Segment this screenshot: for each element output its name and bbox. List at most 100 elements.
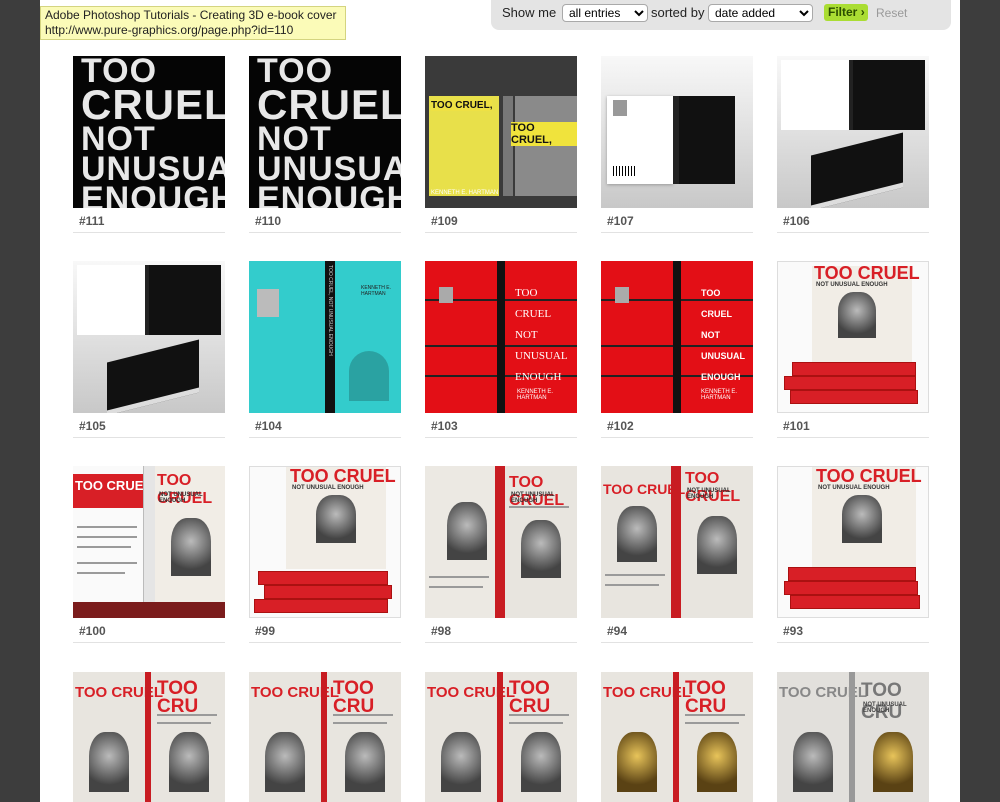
cover-author: KENNETH E. HARTMAN bbox=[701, 389, 738, 401]
cover-title: TOO CRUEL bbox=[816, 466, 922, 486]
thumbnail-image[interactable]: TOO CRUEL NOT UNUSUAL ENOUGH bbox=[249, 466, 401, 618]
entry-number[interactable]: #109 bbox=[431, 214, 458, 228]
gallery-item[interactable]: TOO CRUEL NOT UNUSUAL ENOUGH KENNETH E. … bbox=[601, 261, 753, 438]
gallery-item[interactable]: TOO CRUEL NOT UNUSUAL ENOUGH #110 bbox=[249, 56, 401, 233]
gate-illustration bbox=[842, 495, 882, 543]
entry-number[interactable]: #104 bbox=[255, 419, 282, 433]
body-text bbox=[509, 722, 563, 724]
gate-illustration bbox=[89, 732, 129, 792]
body-text bbox=[157, 722, 211, 724]
body-text bbox=[685, 722, 739, 724]
thumbnail-image[interactable]: TOO CRUEL NOT UNUSUAL ENOUGH KENNETH E. … bbox=[425, 261, 577, 413]
gallery-item[interactable]: TOO CRUEL TOO CRU bbox=[601, 672, 753, 802]
gallery-item[interactable]: TOO CRUEL NOT UNUSUAL ENOUGH #111 bbox=[73, 56, 225, 233]
book-spine bbox=[673, 261, 681, 413]
book-spine bbox=[671, 466, 681, 618]
body-text bbox=[77, 572, 125, 574]
body-text bbox=[429, 576, 489, 578]
entry-number[interactable]: #94 bbox=[607, 624, 627, 638]
divider bbox=[73, 437, 225, 438]
gate-illustration bbox=[793, 732, 833, 792]
thumbnail-image[interactable]: TOO CRUEL, TOO CRUEL, KENNETH E. HARTMAN bbox=[425, 56, 577, 208]
gallery-item[interactable]: TOO CRUEL, NOT UNUSUAL ENOUGH KENNETH E.… bbox=[249, 261, 401, 438]
entry-number[interactable]: #103 bbox=[431, 419, 458, 433]
entry-number[interactable]: #99 bbox=[255, 624, 275, 638]
gallery-item[interactable]: TOO CRUEL TOO CRUEL NOT UNUSUAL ENOUGH #… bbox=[73, 466, 225, 643]
gallery-item[interactable]: TOO CRUEL NOT UNUSUAL ENOUGH #99 bbox=[249, 466, 401, 643]
thumbnail-image[interactable]: TOO CRUEL TOO CRU bbox=[249, 672, 401, 802]
filter-bar: Show me all entries sorted by date added… bbox=[491, 0, 951, 30]
cover-subtitle: NOT UNUSUAL ENOUGH bbox=[159, 492, 203, 504]
cover-subtitle: NOT UNUSUAL ENOUGH bbox=[511, 492, 555, 504]
gallery-item[interactable]: TOO CRUEL TOO CRU bbox=[425, 672, 577, 802]
front-cover bbox=[853, 60, 925, 130]
thumbnail-image[interactable] bbox=[73, 261, 225, 413]
gate-illustration bbox=[838, 292, 876, 338]
divider bbox=[601, 437, 753, 438]
book-spine bbox=[497, 672, 503, 802]
gallery-item[interactable]: #107 bbox=[601, 56, 753, 233]
author-photo bbox=[613, 100, 627, 116]
book-spine bbox=[321, 672, 327, 802]
cover-subtitle: NOT UNUSUAL ENOUGH bbox=[863, 702, 907, 714]
cover-title: TOO CRU bbox=[685, 678, 727, 717]
gallery-item[interactable]: #106 bbox=[777, 56, 929, 233]
gallery-item[interactable]: TOO CRUEL TOO CRUEL NOT UNUSUAL ENOUGH #… bbox=[601, 466, 753, 643]
gate-illustration bbox=[521, 520, 561, 578]
divider bbox=[249, 642, 401, 643]
book-stack bbox=[264, 585, 392, 599]
cover-author: KENNETH E. HARTMAN bbox=[517, 389, 554, 401]
thumbnail-image[interactable]: TOO CRUEL NOT UNUSUAL ENOUGH bbox=[777, 466, 929, 618]
entry-number[interactable]: #101 bbox=[783, 419, 810, 433]
thumbnail-image[interactable]: TOO CRUEL TOO CRU bbox=[425, 672, 577, 802]
gallery-item[interactable]: TOO CRUEL TOO CRU bbox=[73, 672, 225, 802]
entry-number[interactable]: #98 bbox=[431, 624, 451, 638]
gallery-item[interactable]: TOO CRUEL NOT UNUSUAL ENOUGH #93 bbox=[777, 466, 929, 643]
thumbnail-image[interactable]: TOO CRUEL NOT UNUSUAL ENOUGH bbox=[425, 466, 577, 618]
thumbnail-image[interactable]: TOO CRUEL NOT UNUSUAL ENOUGH KENNETH E. … bbox=[601, 261, 753, 413]
entry-number[interactable]: #110 bbox=[255, 214, 281, 228]
entry-number[interactable]: #105 bbox=[79, 419, 106, 433]
show-select[interactable]: all entries bbox=[562, 4, 648, 22]
gallery-page: Show me all entries sorted by date added… bbox=[40, 0, 960, 802]
gallery-item[interactable]: TOO CRUEL TOO CRU NOT UNUSUAL ENOUGH bbox=[777, 672, 929, 802]
thumbnail-image[interactable]: TOO CRUEL NOT UNUSUAL ENOUGH bbox=[73, 56, 225, 208]
thumbnail-image[interactable]: TOO CRUEL TOO CRU NOT UNUSUAL ENOUGH bbox=[777, 672, 929, 802]
book-3d bbox=[811, 132, 903, 208]
back-cover bbox=[77, 265, 145, 335]
entry-number[interactable]: #100 bbox=[79, 624, 106, 638]
thumbnail-image[interactable] bbox=[601, 56, 753, 208]
thumbnail-image[interactable]: TOO CRUEL NOT UNUSUAL ENOUGH bbox=[249, 56, 401, 208]
gallery-item[interactable]: TOO CRUEL TOO CRU bbox=[249, 672, 401, 802]
entry-number[interactable]: #111 bbox=[79, 214, 104, 228]
reset-link[interactable]: Reset bbox=[876, 6, 907, 20]
book-spine bbox=[503, 96, 513, 196]
thumbnail-image[interactable]: TOO CRUEL NOT UNUSUAL ENOUGH bbox=[777, 261, 929, 413]
book-spine bbox=[849, 672, 855, 802]
book-spine bbox=[145, 672, 151, 802]
gallery-item[interactable]: TOO CRUEL, TOO CRUEL, KENNETH E. HARTMAN… bbox=[425, 56, 577, 233]
entry-number[interactable]: #102 bbox=[607, 419, 634, 433]
filter-button[interactable]: Filter › bbox=[824, 4, 868, 21]
body-text bbox=[605, 574, 665, 576]
thumbnail-image[interactable]: TOO CRUEL TOO CRU bbox=[601, 672, 753, 802]
gallery-item[interactable]: TOO CRUEL NOT UNUSUAL ENOUGH KENNETH E. … bbox=[425, 261, 577, 438]
entry-number[interactable]: #106 bbox=[783, 214, 810, 228]
gallery-item[interactable]: TOO CRUEL NOT UNUSUAL ENOUGH #98 bbox=[425, 466, 577, 643]
book-spine bbox=[673, 672, 679, 802]
author-photo bbox=[257, 289, 279, 317]
entry-number[interactable]: #93 bbox=[783, 624, 803, 638]
book-stack bbox=[790, 390, 918, 404]
body-text bbox=[333, 714, 393, 716]
thumbnail-image[interactable]: TOO CRUEL, NOT UNUSUAL ENOUGH KENNETH E.… bbox=[249, 261, 401, 413]
thumbnail-image[interactable] bbox=[777, 56, 929, 208]
thumbnail-image[interactable]: TOO CRUEL TOO CRU bbox=[73, 672, 225, 802]
thumbnail-image[interactable]: TOO CRUEL TOO CRUEL NOT UNUSUAL ENOUGH bbox=[601, 466, 753, 618]
sort-select[interactable]: date added bbox=[708, 4, 813, 22]
gallery-item[interactable]: #105 bbox=[73, 261, 225, 438]
gate-illustration bbox=[441, 732, 481, 792]
thumbnail-image[interactable]: TOO CRUEL TOO CRUEL NOT UNUSUAL ENOUGH bbox=[73, 466, 225, 618]
gallery-item[interactable]: TOO CRUEL NOT UNUSUAL ENOUGH #101 bbox=[777, 261, 929, 438]
body-text bbox=[429, 586, 483, 588]
entry-number[interactable]: #107 bbox=[607, 214, 634, 228]
